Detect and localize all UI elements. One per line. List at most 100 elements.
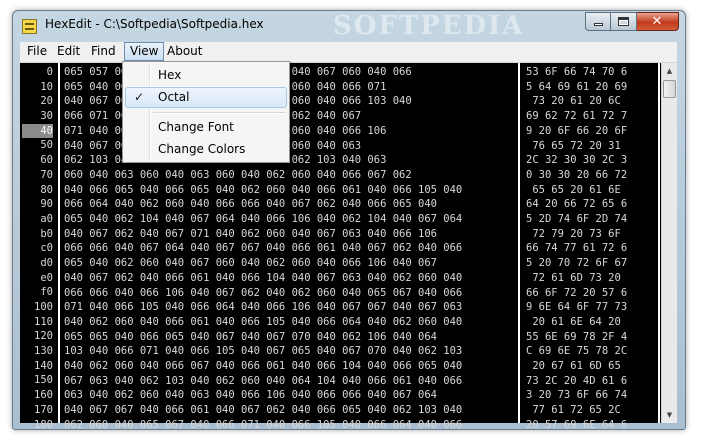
offset-row: e0 — [40, 271, 53, 284]
maximize-icon — [618, 17, 629, 26]
view-menu-hex-label: Hex — [158, 68, 182, 82]
offset-row: 50 — [40, 139, 53, 152]
octal-row[interactable]: 065 065 040 066 065 040 067 040 067 070 … — [64, 330, 514, 345]
hex-row[interactable]: 66 6F 72 20 57 6 — [526, 286, 658, 301]
change-font-label: Change Font — [158, 120, 234, 134]
offset-row: 20 — [40, 95, 53, 108]
offset-row: 150 — [34, 374, 53, 387]
octal-row[interactable]: 066 066 040 066 106 040 067 062 040 062 … — [64, 286, 514, 301]
octal-row[interactable]: 065 040 062 104 040 067 064 040 066 106 … — [64, 212, 514, 227]
hex-row[interactable]: 77 61 72 65 2C — [526, 403, 658, 418]
scroll-down-icon[interactable]: ▼ — [662, 407, 677, 423]
hex-row[interactable]: 20 61 6E 64 20 — [526, 315, 658, 330]
hex-row[interactable]: 9 20 6F 66 20 6F — [526, 124, 658, 139]
offset-row: f0 — [40, 286, 53, 299]
hex-row[interactable]: 5 20 70 72 6F 67 — [526, 256, 658, 271]
hex-row[interactable]: 73 20 61 20 6C — [526, 94, 658, 109]
view-menu-hex[interactable]: Hex — [125, 65, 287, 86]
view-menu-change-colors[interactable]: Change Colors — [125, 139, 287, 160]
hex-row[interactable]: 5 64 69 61 20 69 — [526, 80, 658, 95]
hex-row[interactable]: 2C 32 30 30 2C 3 — [526, 153, 658, 168]
octal-row[interactable]: 040 067 067 040 066 061 040 067 062 040 … — [64, 403, 514, 418]
hex-data-column[interactable]: 53 6F 66 74 70 65 64 69 61 20 69 73 20 6… — [526, 65, 658, 429]
checkmark-icon: ✓ — [134, 90, 145, 104]
hex-row[interactable]: 73 2C 20 4D 61 6 — [526, 374, 658, 389]
view-menu-octal-label: Octal — [158, 90, 190, 104]
view-menu-octal[interactable]: ✓ Octal — [125, 87, 287, 108]
hex-row[interactable]: 72 61 6D 73 20 — [526, 271, 658, 286]
offset-row: 180 — [34, 418, 53, 430]
hex-row[interactable]: 65 65 20 61 6E — [526, 183, 658, 198]
octal-row[interactable]: 103 040 066 071 040 066 105 040 067 065 … — [64, 344, 514, 359]
offset-row: 0 — [46, 66, 53, 78]
hex-row[interactable]: 72 79 20 73 6F — [526, 227, 658, 242]
hex-row[interactable]: 66 74 77 61 72 6 — [526, 241, 658, 256]
change-colors-label: Change Colors — [158, 142, 246, 156]
offset-row: 100 — [34, 301, 53, 313]
hex-row[interactable]: 53 6F 66 74 70 6 — [526, 65, 658, 80]
vertical-scrollbar[interactable]: ▲ ▼ — [661, 63, 677, 423]
softpedia-watermark: SOFTPEDIA — [333, 11, 525, 41]
minimize-button[interactable] — [585, 12, 611, 31]
scroll-thumb[interactable] — [663, 80, 676, 98]
hex-editor-area[interactable]: 0 10 20 30 40 50 60 70 80 90 a0 b0 c0 d0 e0 f0 100 110 120… — [20, 63, 677, 429]
menu-file[interactable]: File — [22, 42, 52, 61]
divider-right — [658, 63, 660, 423]
hexedit-app-icon — [22, 19, 37, 34]
octal-row[interactable]: 071 040 066 105 040 066 064 040 066 106 … — [64, 300, 514, 315]
hex-row[interactable]: 55 6E 69 78 2F 4 — [526, 330, 658, 345]
menu-bar: File Edit Find View About — [20, 42, 677, 63]
offset-row: d0 — [40, 256, 53, 269]
offset-row: 120 — [34, 330, 53, 343]
offset-row: 110 — [34, 315, 53, 328]
hexedit-window: HexEdit - C:\Softpedia\Softpedia.hex SOF… — [12, 10, 686, 430]
octal-row[interactable]: 065 040 062 060 040 067 060 040 062 060 … — [64, 256, 514, 271]
hex-row[interactable]: 76 65 72 20 31 — [526, 139, 658, 154]
octal-row[interactable]: 040 067 062 040 066 061 040 066 104 040 … — [64, 271, 514, 286]
menu-find[interactable]: Find — [86, 42, 121, 61]
offset-row: 90 — [40, 198, 53, 211]
close-icon: ✕ — [651, 14, 663, 29]
octal-row[interactable]: 066 066 040 067 064 040 067 067 040 066 … — [64, 241, 514, 256]
offset-row: 40 — [22, 123, 53, 139]
hex-row[interactable]: 69 62 72 61 72 7 — [526, 109, 658, 124]
hex-row[interactable]: 64 20 66 72 65 6 — [526, 197, 658, 212]
menu-separator — [153, 112, 286, 114]
menu-about[interactable]: About — [162, 42, 207, 61]
maximize-button[interactable] — [611, 12, 637, 31]
offset-row: 130 — [34, 345, 53, 358]
offset-row: a0 — [40, 212, 53, 225]
octal-row[interactable]: 040 067 062 040 067 071 040 062 060 040 … — [64, 227, 514, 242]
hex-row[interactable]: 20 57 69 6E 64 6 — [526, 418, 658, 429]
offset-row: 140 — [34, 359, 53, 372]
octal-row[interactable]: 063 040 062 060 040 063 040 066 106 040 … — [64, 388, 514, 403]
offset-row: 10 — [40, 80, 53, 93]
view-menu-change-font[interactable]: Change Font — [125, 117, 287, 138]
octal-row[interactable]: 062 060 040 065 067 040 066 071 040 066 … — [64, 418, 514, 429]
octal-row[interactable]: 066 064 040 062 060 040 066 066 040 067 … — [64, 197, 514, 212]
hex-row[interactable]: 20 67 61 6D 65 — [526, 359, 658, 374]
hex-row[interactable]: 0 30 30 20 66 72 — [526, 168, 658, 183]
offset-row: 160 — [34, 389, 53, 402]
octal-row[interactable]: 040 062 060 040 066 061 040 066 105 040 … — [64, 315, 514, 330]
offset-row: 60 — [40, 154, 53, 167]
octal-row[interactable]: 040 066 065 040 066 065 040 062 060 040 … — [64, 183, 514, 198]
divider-middle — [518, 63, 520, 423]
hex-row[interactable]: 3 20 73 6F 66 74 — [526, 388, 658, 403]
octal-row[interactable]: 067 063 040 062 103 040 062 060 040 064 … — [64, 374, 514, 389]
scroll-up-icon[interactable]: ▲ — [662, 63, 677, 79]
close-button[interactable]: ✕ — [637, 12, 679, 31]
offset-row: b0 — [40, 227, 53, 240]
hex-row[interactable]: 9 6E 64 6F 77 73 — [526, 300, 658, 315]
hex-row[interactable]: C 69 6E 75 78 2C — [526, 344, 658, 359]
offset-row: 30 — [40, 110, 53, 123]
menu-edit[interactable]: Edit — [52, 42, 85, 61]
octal-row[interactable]: 060 040 063 060 040 063 060 040 062 060 … — [64, 168, 514, 183]
hex-row[interactable]: 5 2D 74 6F 2D 74 — [526, 212, 658, 227]
menu-view[interactable]: View — [124, 42, 165, 61]
view-menu-dropdown: Hex ✓ Octal Change Font Change Colors — [122, 61, 290, 163]
octal-row[interactable]: 040 062 060 040 066 067 040 066 061 040 … — [64, 359, 514, 374]
window-title: HexEdit - C:\Softpedia\Softpedia.hex — [45, 17, 264, 31]
title-bar[interactable]: HexEdit - C:\Softpedia\Softpedia.hex SOF… — [13, 11, 685, 41]
offset-row: 170 — [34, 403, 53, 416]
